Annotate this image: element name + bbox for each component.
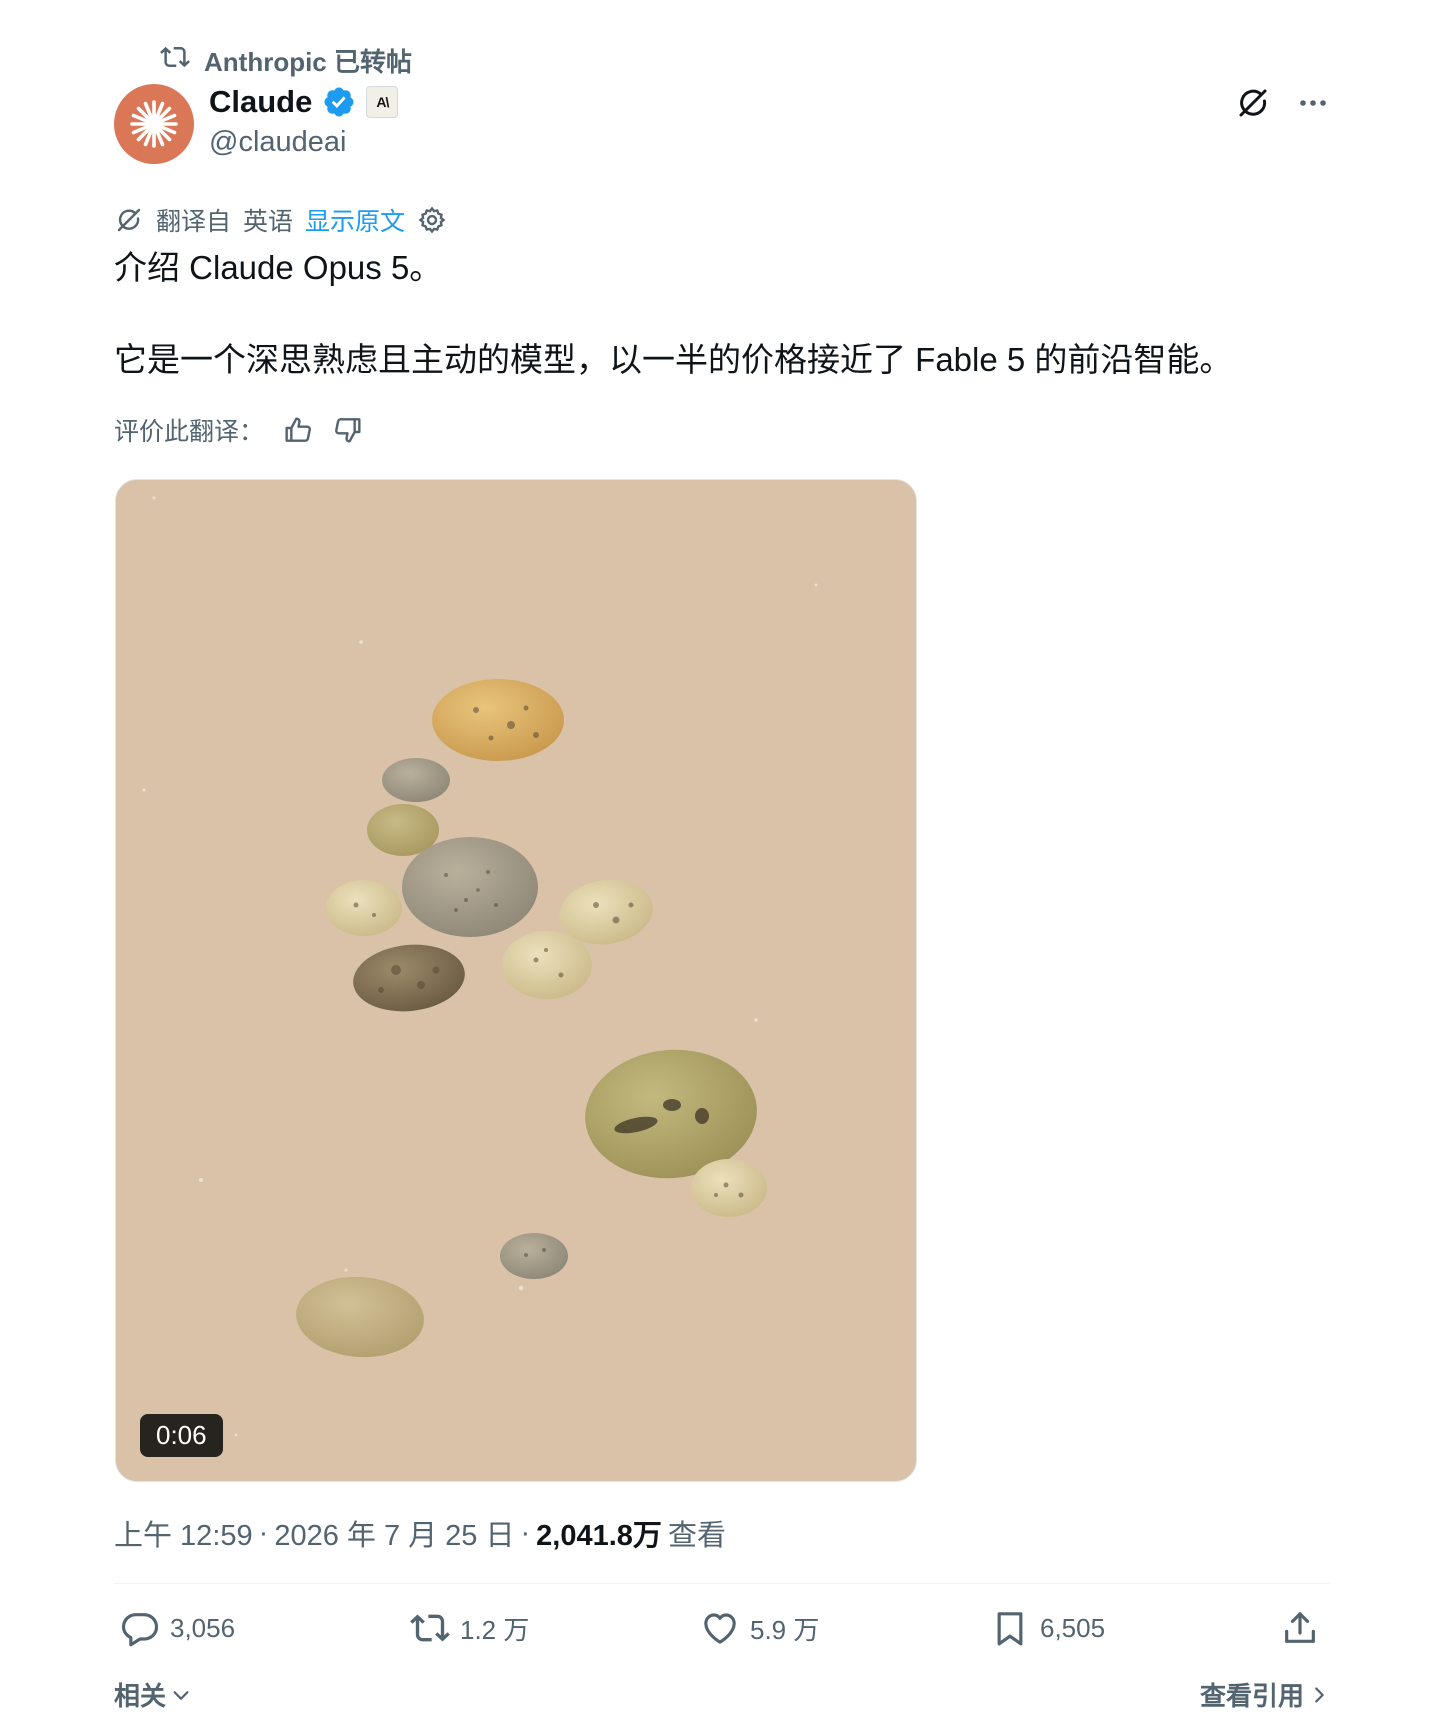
more-icon[interactable] [1294, 84, 1332, 122]
grok-icon[interactable] [1234, 84, 1272, 122]
repost-banner-text: Anthropic 已转帖 [204, 47, 412, 77]
thumbs-down-icon[interactable] [332, 414, 364, 446]
reply-count: 3,056 [170, 1612, 236, 1643]
view-label: 查看 [667, 1520, 726, 1552]
action-bar: 3,056 1.2 万 5.9 万 6,505 [120, 1608, 1330, 1660]
view-quotes-label: 查看引用 [1199, 1681, 1304, 1711]
like-count: 5.9 万 [750, 1614, 820, 1645]
avatar[interactable] [114, 84, 194, 164]
retweet-icon [410, 1608, 450, 1648]
tweet-time[interactable]: 上午 12:59 [114, 1512, 253, 1554]
bookmark-count: 6,505 [1040, 1612, 1106, 1643]
related-label: 相关 [114, 1681, 167, 1711]
translated-language: 英语 [243, 208, 294, 236]
video-duration: 0:06 [140, 1414, 223, 1457]
bottom-row: 相关 查看引用 [114, 1676, 1330, 1713]
gear-icon[interactable] [417, 205, 447, 235]
like-icon [700, 1608, 740, 1648]
affiliate-badge[interactable]: A\ [366, 86, 399, 118]
verified-icon[interactable] [322, 85, 356, 119]
tweet-line-1: 介绍 Claude Opus 5。 [114, 249, 443, 286]
tweet-line-2: 它是一个深思熟虑且主动的模型，以一半的价格接近了 Fable 5 的前沿智能。 [114, 341, 1233, 378]
reply-icon [120, 1608, 160, 1648]
bookmark-button[interactable]: 6,505 [990, 1608, 1105, 1648]
tweet-text: 介绍 Claude Opus 5。 它是一个深思熟虑且主动的模型，以一半的价格接… [114, 246, 1334, 382]
meta-separator: · [520, 1516, 531, 1549]
video-player[interactable]: 0:06 [115, 479, 917, 1482]
like-button[interactable]: 5.9 万 [700, 1608, 819, 1648]
view-count: 2,041.8万 [536, 1520, 662, 1552]
translated-from-label: 翻译自 [156, 208, 232, 236]
bookmark-icon [990, 1608, 1030, 1648]
author-handle[interactable]: @claudeai [209, 126, 346, 159]
author-name-row: Claude A\ [209, 84, 399, 120]
repost-banner[interactable]: Anthropic 已转帖 [160, 42, 412, 79]
repost-button[interactable]: 1.2 万 [410, 1608, 529, 1648]
rate-translation-row: 评价此翻译： [114, 412, 364, 448]
show-original-link[interactable]: 显示原文 [305, 202, 405, 238]
translate-icon [114, 205, 144, 235]
related-dropdown[interactable]: 相关 [114, 1676, 192, 1713]
claude-logo-icon [130, 100, 178, 148]
rate-translation-label: 评价此翻译： [114, 418, 265, 446]
tweet-date[interactable]: 2026 年 7 月 25 日 [274, 1512, 514, 1554]
repost-count: 1.2 万 [460, 1614, 530, 1645]
translation-row: 翻译自 英语 显示原文 [114, 202, 447, 238]
retweet-icon [160, 42, 190, 79]
chevron-down-icon [170, 1684, 192, 1706]
reply-button[interactable]: 3,056 [120, 1608, 235, 1648]
author-display-name[interactable]: Claude [209, 84, 312, 120]
thumbs-up-icon[interactable] [282, 414, 314, 446]
top-actions [1234, 84, 1332, 122]
eggs-illustration [116, 480, 916, 1481]
divider [114, 1583, 1330, 1584]
share-icon [1280, 1608, 1320, 1648]
tweet-meta: 上午 12:59 · 2026 年 7 月 25 日 · 2,041.8万 查看 [114, 1512, 726, 1554]
chevron-right-icon [1308, 1684, 1330, 1706]
share-button[interactable] [1280, 1608, 1320, 1648]
view-quotes-link[interactable]: 查看引用 [1200, 1676, 1330, 1713]
meta-separator: · [258, 1516, 269, 1549]
